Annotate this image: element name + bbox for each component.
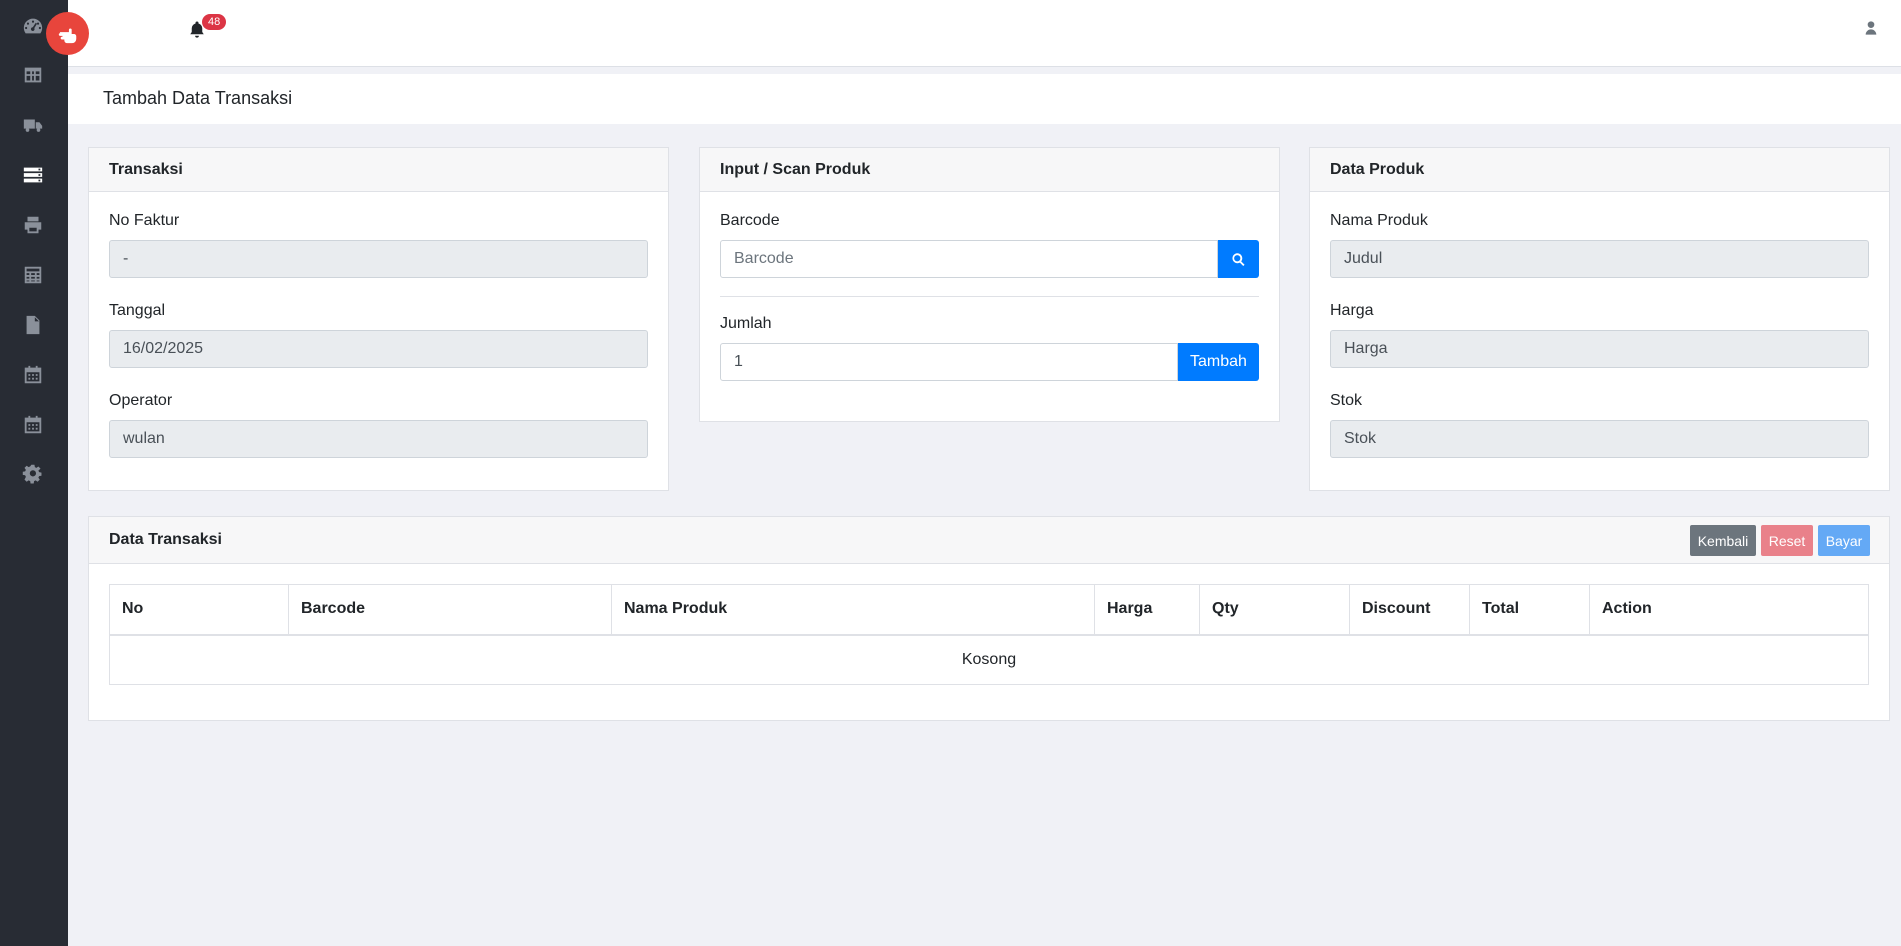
column-header-harga: Harga [1094,584,1200,636]
transaksi-table: No Barcode Nama Produk Harga Qty Discoun… [109,584,1869,685]
barcode-label: Barcode [720,212,780,229]
tanggal-field: 16/02/2025 [109,330,648,368]
topbar: 48 [68,0,1901,67]
nama-produk-field: Judul [1330,240,1869,278]
operator-field: wulan [109,420,648,458]
tambah-button[interactable]: Tambah [1178,343,1259,381]
jumlah-input[interactable]: 1 [720,343,1178,381]
transaksi-card-title: Transaksi [89,148,668,192]
data-produk-card-title: Data Produk [1310,148,1889,192]
transaksi-card: Transaksi No Faktur - Tanggal 16/02/2025… [88,147,669,491]
data-transaksi-card-title: Data Transaksi [89,517,1889,564]
print-icon[interactable] [19,213,47,237]
truck-icon[interactable] [19,113,47,137]
column-header-nama-produk: Nama Produk [611,584,1095,636]
divider [720,296,1259,297]
column-header-discount: Discount [1349,584,1470,636]
column-header-action: Action [1589,584,1869,636]
search-icon [1232,252,1245,266]
bayar-button[interactable]: Bayar [1818,525,1870,556]
hand-pointer-icon [58,28,76,43]
gear-icon[interactable] [19,463,47,487]
harga-label: Harga [1330,302,1374,319]
table-row: Kosong [109,634,1869,685]
kembali-button[interactable]: Kembali [1690,525,1756,556]
user-icon[interactable] [1863,20,1881,38]
page-title: Tambah Data Transaksi [103,88,293,108]
server-icon[interactable] [19,163,47,187]
data-produk-card: Data Produk Nama Produk Judul Harga Harg… [1309,147,1890,491]
no-faktur-label: No Faktur [109,212,180,229]
brand-logo[interactable] [46,12,89,55]
calculator-icon[interactable] [19,263,47,287]
page-header: Tambah Data Transaksi [68,74,1901,124]
column-header-total: Total [1469,584,1590,636]
table-icon[interactable] [19,63,47,87]
input-scan-card: Input / Scan Produk Barcode Barcode Juml… [699,147,1280,422]
data-transaksi-card: Data Transaksi Kembali Reset Bayar No Ba… [88,516,1890,721]
no-faktur-field: - [109,240,648,278]
barcode-input[interactable]: Barcode [720,240,1218,278]
calendar-alt-icon[interactable] [19,413,47,437]
reset-button[interactable]: Reset [1761,525,1813,556]
input-scan-card-title: Input / Scan Produk [700,148,1279,192]
empty-state-text: Kosong [109,634,1869,685]
operator-label: Operator [109,392,173,409]
notification-badge: 48 [202,14,227,30]
nama-produk-label: Nama Produk [1330,212,1428,229]
table-header-row: No Barcode Nama Produk Harga Qty Discoun… [109,584,1869,636]
column-header-no: No [109,584,289,636]
calendar-icon[interactable] [19,363,47,387]
harga-field: Harga [1330,330,1869,368]
stok-field: Stok [1330,420,1869,458]
column-header-qty: Qty [1199,584,1350,636]
column-header-barcode: Barcode [288,584,612,636]
jumlah-label: Jumlah [720,315,772,332]
search-button[interactable] [1218,240,1259,278]
stok-label: Stok [1330,392,1363,409]
tanggal-label: Tanggal [109,302,166,319]
dashboard-icon[interactable] [19,14,47,38]
file-icon[interactable] [19,313,47,337]
sidebar [0,0,68,946]
barcode-placeholder: Barcode [734,250,794,267]
